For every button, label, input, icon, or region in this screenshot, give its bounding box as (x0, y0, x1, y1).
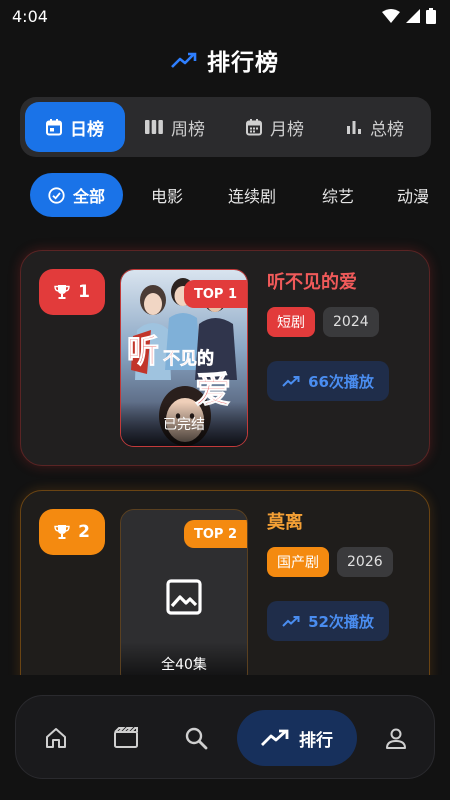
calendar-day-icon (46, 118, 62, 135)
tab-daily[interactable]: 日榜 (25, 102, 125, 152)
poster-image[interactable]: TOP 2 全40集 (120, 509, 248, 687)
period-tabs: 日榜 周榜 月榜 总榜 (20, 97, 431, 157)
home-icon (46, 728, 66, 748)
check-circle-icon (48, 186, 65, 204)
trophy-icon (54, 525, 70, 539)
poster-image[interactable]: 听 不见的 爱 TOP 1 已完结 (120, 269, 248, 447)
nav-search[interactable] (176, 710, 216, 766)
chip-movies[interactable]: 电影 (123, 173, 211, 217)
trending-up-icon (171, 52, 197, 68)
trophy-icon (54, 285, 70, 299)
page-title: 排行榜 (207, 50, 279, 76)
tab-all-time[interactable]: 总榜 (325, 102, 425, 152)
wifi-icon (382, 9, 400, 23)
trending-up-icon (261, 729, 289, 746)
tab-monthly-label: 月榜 (270, 119, 304, 140)
search-icon (185, 727, 208, 750)
nav-videos[interactable] (106, 710, 146, 766)
poster-caption: 已完结 (121, 402, 247, 446)
bar-chart-icon (347, 121, 361, 134)
svg-text:不见的: 不见的 (163, 348, 214, 369)
chip-anime-label: 动漫 (396, 187, 429, 206)
top-label: TOP 2 (183, 520, 247, 548)
rank-number: 1 (78, 282, 90, 302)
play-count-label: 66次播放 (308, 372, 374, 391)
year-tag: 2024 (323, 307, 379, 337)
tab-all-time-label: 总榜 (370, 119, 404, 140)
tab-weekly[interactable]: 周榜 (125, 102, 225, 152)
genre-tag: 国产剧 (267, 547, 329, 577)
signal-icon (406, 9, 420, 23)
genre-tag: 短剧 (267, 307, 315, 337)
status-icons (382, 8, 436, 24)
bottom-nav: 排行 (15, 695, 435, 779)
week-bars-icon (145, 120, 163, 134)
nav-ranking[interactable]: 排行 (237, 710, 357, 766)
play-count: 66次播放 (267, 361, 389, 401)
ranking-card[interactable]: 2 TOP 2 全40集 莫离 国产剧 2026 52次播放 (20, 490, 430, 706)
chip-anime[interactable]: 动漫 (383, 173, 430, 217)
chip-movies-label: 电影 (150, 187, 183, 206)
show-info: 听不见的爱 短剧 2024 66次播放 (267, 269, 417, 401)
image-placeholder-icon (166, 579, 202, 615)
tag-row: 国产剧 2026 (267, 547, 417, 577)
rank-number: 2 (78, 522, 90, 542)
show-info: 莫离 国产剧 2026 52次播放 (267, 509, 417, 641)
chip-all[interactable]: 全部 (30, 173, 123, 217)
chip-series-label: 连续剧 (227, 187, 276, 206)
clapperboard-icon (114, 727, 138, 748)
category-filter: 全部 电影 连续剧 综艺 动漫 (30, 173, 430, 217)
show-title[interactable]: 莫离 (267, 509, 417, 537)
battery-icon (426, 8, 436, 24)
tab-weekly-label: 周榜 (171, 119, 205, 140)
page-header: 排行榜 (0, 42, 450, 78)
trending-up-icon (282, 616, 300, 627)
tab-daily-label: 日榜 (70, 119, 104, 140)
tab-monthly[interactable]: 月榜 (225, 102, 325, 152)
ranking-card[interactable]: 1 听 不见的 爱 TOP 1 已完结 听不见的爱 短剧 2024 66次播放 (20, 250, 430, 466)
trending-up-icon (282, 376, 300, 387)
rank-badge: 2 (39, 509, 105, 555)
show-title[interactable]: 听不见的爱 (267, 269, 417, 297)
nav-profile[interactable] (376, 710, 416, 766)
profile-icon (386, 728, 406, 749)
chip-variety-label: 综艺 (321, 187, 354, 206)
chip-all-label: 全部 (72, 187, 105, 206)
nav-ranking-label: 排行 (299, 730, 333, 751)
year-tag: 2026 (337, 547, 393, 577)
status-time: 4:04 (12, 6, 48, 26)
status-bar: 4:04 (0, 0, 450, 32)
chip-series[interactable]: 连续剧 (211, 173, 293, 217)
tag-row: 短剧 2024 (267, 307, 417, 337)
chip-variety[interactable]: 综艺 (293, 173, 383, 217)
top-label: TOP 1 (183, 280, 247, 308)
rank-badge: 1 (39, 269, 105, 315)
play-count: 52次播放 (267, 601, 389, 641)
svg-text:听: 听 (127, 332, 159, 370)
play-count-label: 52次播放 (308, 612, 374, 631)
calendar-month-icon (246, 118, 262, 135)
nav-home[interactable] (36, 710, 76, 766)
